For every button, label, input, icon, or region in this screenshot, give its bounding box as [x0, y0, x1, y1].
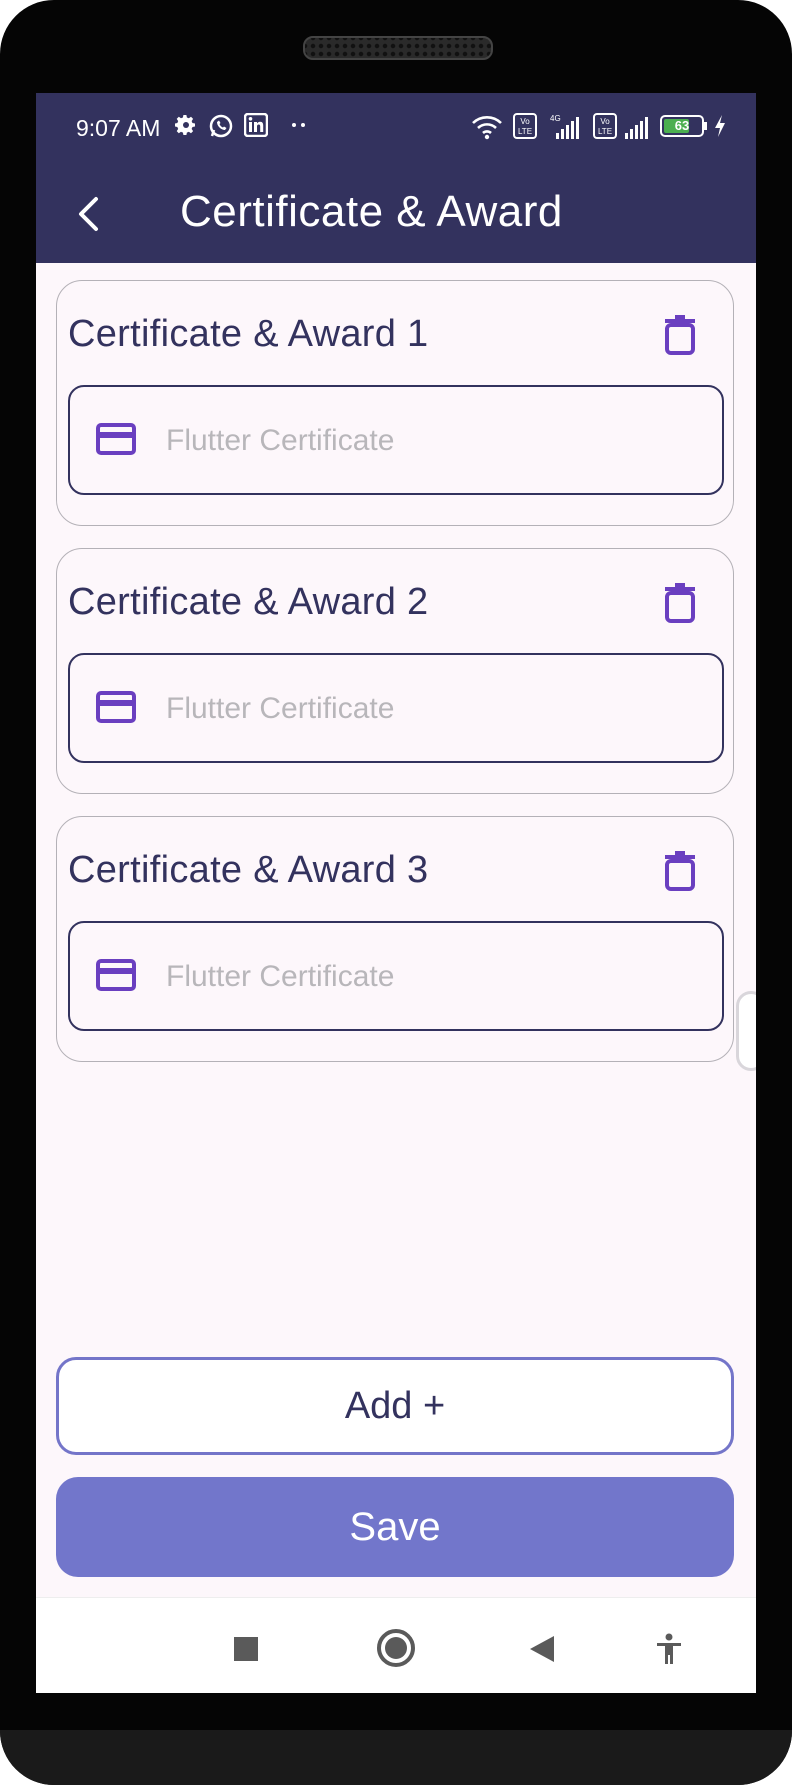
page-title: Certificate & Award	[180, 187, 563, 236]
screen: 9:07 AM Vo LTE 4G Vo LTE 63 Certificate …	[36, 93, 756, 1693]
card-title: Certificate & Award 1	[68, 313, 429, 355]
home-circle-icon[interactable]	[376, 1628, 416, 1668]
certificate-input[interactable]	[164, 415, 688, 467]
whatsapp-icon	[209, 114, 233, 138]
battery-icon: 63	[660, 115, 704, 137]
save-button[interactable]: Save	[56, 1477, 734, 1577]
certificate-card-1: Certificate & Award 1	[56, 280, 734, 526]
earpiece-speaker	[303, 36, 493, 60]
trash-icon[interactable]	[663, 315, 697, 355]
volte-icon: Vo LTE	[513, 113, 537, 139]
chevron-left-icon[interactable]	[66, 189, 116, 239]
certificate-card-2: Certificate & Award 2	[56, 548, 734, 794]
status-bar: 9:07 AM Vo LTE 4G Vo LTE 63	[36, 93, 756, 161]
linkedin-icon	[244, 113, 268, 137]
app-bar: Certificate & Award	[36, 161, 756, 263]
gear-icon	[175, 115, 195, 135]
recents-square-icon[interactable]	[233, 1636, 259, 1662]
signal-icon	[625, 117, 648, 139]
back-triangle-icon[interactable]	[528, 1634, 556, 1664]
svg-text:4G: 4G	[550, 114, 561, 123]
phone-frame: 9:07 AM Vo LTE 4G Vo LTE 63 Certificate …	[0, 0, 792, 1785]
credit-card-icon	[96, 423, 136, 455]
edge-scroll-handle[interactable]	[736, 991, 756, 1071]
signal-4g-icon: 4G	[550, 114, 579, 139]
svg-text:LTE: LTE	[598, 127, 612, 136]
wifi-icon	[472, 116, 502, 140]
accessibility-icon[interactable]	[652, 1632, 686, 1666]
svg-text:Vo: Vo	[520, 117, 530, 126]
system-nav-bar	[36, 1597, 756, 1693]
card-title: Certificate & Award 3	[68, 849, 429, 891]
certificate-field-2[interactable]	[68, 653, 724, 763]
charging-icon	[715, 115, 725, 137]
svg-text:LTE: LTE	[518, 127, 532, 136]
certificate-input[interactable]	[164, 951, 688, 1003]
card-title: Certificate & Award 2	[68, 581, 429, 623]
trash-icon[interactable]	[663, 583, 697, 623]
credit-card-icon	[96, 691, 136, 723]
volte-icon-2: Vo LTE	[593, 113, 617, 139]
certificate-card-3: Certificate & Award 3	[56, 816, 734, 1062]
certificate-field-3[interactable]	[68, 921, 724, 1031]
battery-tip	[704, 122, 707, 130]
battery-level: 63	[674, 118, 690, 133]
status-time: 9:07 AM	[76, 115, 161, 141]
certificate-field-1[interactable]	[68, 385, 724, 495]
more-dots-icon	[292, 123, 305, 127]
svg-text:Vo: Vo	[600, 117, 610, 126]
certificate-input[interactable]	[164, 683, 688, 735]
add-button[interactable]: Add +	[56, 1357, 734, 1455]
trash-icon[interactable]	[663, 851, 697, 891]
credit-card-icon	[96, 959, 136, 991]
